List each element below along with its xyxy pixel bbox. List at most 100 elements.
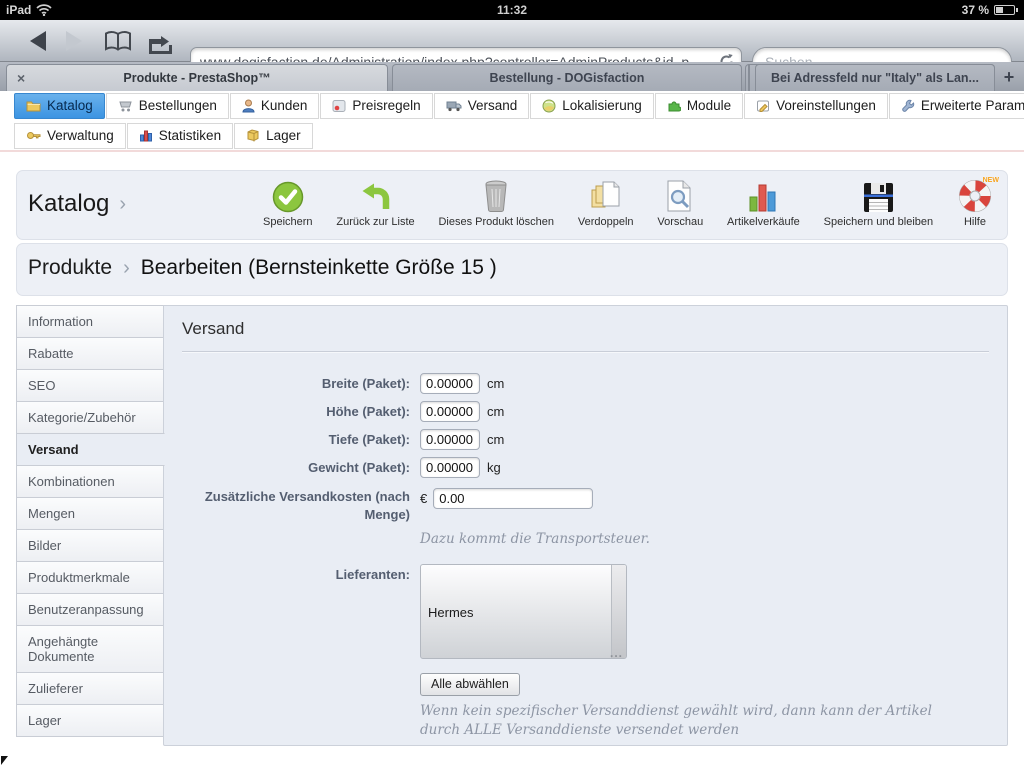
floppy-icon bbox=[863, 183, 893, 212]
tab-benutzeranpassung[interactable]: Benutzeranpassung bbox=[16, 593, 164, 626]
mouse-cursor bbox=[1, 756, 8, 765]
tab-produkte[interactable]: × Produkte - PrestaShop™ bbox=[6, 64, 388, 91]
menu-erweiterte-parameter[interactable]: Erweiterte Parameter bbox=[888, 93, 1024, 119]
field-label-versandkosten: Zusätzliche Versandkosten (nach Menge) bbox=[204, 489, 410, 522]
menu-preisregeln[interactable]: Preisregeln bbox=[320, 93, 433, 119]
resize-handle-icon[interactable]: ... bbox=[610, 646, 623, 658]
battery-icon bbox=[994, 5, 1015, 15]
tab-produktmerkmale[interactable]: Produktmerkmale bbox=[16, 561, 164, 594]
menu-statistiken[interactable]: Statistiken bbox=[126, 123, 234, 149]
browser-toolbar bbox=[0, 20, 1024, 76]
save-button[interactable]: Speichern bbox=[263, 178, 313, 228]
menu-module[interactable]: Module bbox=[654, 93, 744, 119]
tab-kategorie-zubehoer[interactable]: Kategorie/Zubehör bbox=[16, 401, 164, 434]
tab-seo[interactable]: SEO bbox=[16, 369, 164, 402]
breite-input[interactable] bbox=[420, 373, 480, 394]
field-label-tiefe: Tiefe (Paket): bbox=[328, 431, 410, 447]
key-icon bbox=[27, 132, 41, 139]
divider bbox=[182, 351, 989, 353]
screen: iPad 11:32 37 % www.dogisfaction.de/Admi… bbox=[0, 0, 1024, 768]
page-header: Katalog › Speichern Zurück zur Liste Die… bbox=[16, 170, 1008, 240]
status-bar: iPad 11:32 37 % bbox=[0, 0, 1024, 20]
share-icon[interactable] bbox=[147, 30, 177, 54]
duplicate-button[interactable]: Verdoppeln bbox=[578, 178, 634, 228]
menu-katalog[interactable]: Katalog bbox=[14, 93, 105, 119]
breadcrumb-produkte[interactable]: Produkte bbox=[28, 256, 112, 280]
tab-rabatte[interactable]: Rabatte bbox=[16, 337, 164, 370]
gewicht-input[interactable] bbox=[420, 457, 480, 478]
unit-kg: kg bbox=[487, 460, 501, 475]
help-button[interactable]: NEW Hilfe bbox=[957, 177, 999, 228]
menu-lager[interactable]: Lager bbox=[234, 123, 313, 149]
deselect-all-button[interactable]: Alle abwählen bbox=[420, 672, 520, 696]
person-icon bbox=[242, 99, 255, 112]
carrier-multiselect[interactable]: Hermes ... bbox=[420, 563, 627, 659]
product-breadcrumb-panel: Produkte › Bearbeiten (Bernsteinkette Gr… bbox=[16, 243, 1008, 296]
scrollbar[interactable] bbox=[611, 564, 626, 658]
tab-adressfeld[interactable]: Bei Adressfeld nur "Italy" als Lan... bbox=[755, 64, 995, 91]
versand-panel: Versand Breite (Paket): cm Höhe (Paket):… bbox=[163, 305, 1008, 746]
tab-bilder[interactable]: Bilder bbox=[16, 529, 164, 562]
stats-icon bbox=[139, 130, 152, 142]
tab-zulieferer[interactable]: Zulieferer bbox=[16, 672, 164, 705]
check-circle-icon bbox=[272, 181, 304, 213]
hoehe-input[interactable] bbox=[420, 401, 480, 422]
tab-bestellung[interactable]: Bestellung - DOGisfaction bbox=[392, 64, 742, 91]
menu-bestellungen[interactable]: Bestellungen bbox=[105, 93, 229, 119]
menu-versand[interactable]: Versand bbox=[433, 93, 530, 119]
unit-cm: cm bbox=[487, 404, 505, 419]
preview-button[interactable]: Vorschau bbox=[657, 178, 703, 228]
product-sales-button[interactable]: Artikelverkäufe bbox=[727, 178, 800, 228]
carrier-option-hermes[interactable]: Hermes bbox=[428, 605, 474, 620]
tab-kombinationen[interactable]: Kombinationen bbox=[16, 465, 164, 498]
action-toolbar: Speichern Zurück zur Liste Dieses Produk… bbox=[263, 177, 999, 228]
chevron-right-icon: › bbox=[119, 192, 127, 215]
tab-versand[interactable]: Versand bbox=[16, 433, 165, 466]
currency-symbol: € bbox=[420, 491, 428, 506]
battery-tip bbox=[1016, 8, 1018, 12]
menu-voreinstellungen[interactable]: Voreinstellungen bbox=[744, 93, 888, 119]
tab-angehaengte-dokumente[interactable]: Angehängte Dokumente bbox=[16, 625, 164, 673]
field-label-gewicht: Gewicht (Paket): bbox=[308, 459, 410, 475]
new-badge: NEW bbox=[982, 177, 999, 184]
delete-product-button[interactable]: Dieses Produkt löschen bbox=[438, 178, 554, 228]
clock: 11:32 bbox=[496, 3, 528, 17]
close-tab-icon[interactable]: × bbox=[17, 70, 25, 86]
puzzle-icon bbox=[668, 101, 681, 111]
panel-title: Versand bbox=[182, 319, 245, 338]
duplicate-icon bbox=[591, 181, 620, 208]
field-label-breite: Breite (Paket): bbox=[321, 375, 410, 391]
breadcrumb[interactable]: Katalog bbox=[28, 190, 109, 218]
tab-information[interactable]: Information bbox=[16, 305, 164, 338]
field-label-hoehe: Höhe (Paket): bbox=[326, 403, 410, 419]
preview-icon bbox=[667, 180, 691, 212]
carrier-note: Wenn kein spezifischer Versanddienst gew… bbox=[420, 702, 932, 739]
trash-icon bbox=[485, 180, 507, 212]
new-tab-button[interactable]: + bbox=[996, 64, 1022, 91]
unit-cm: cm bbox=[487, 432, 505, 447]
versandkosten-input[interactable] bbox=[433, 488, 594, 509]
bookmarks-icon[interactable] bbox=[104, 30, 132, 52]
bar-chart-icon bbox=[749, 184, 776, 212]
unit-cm: cm bbox=[487, 376, 505, 391]
save-and-stay-button[interactable]: Speichern und bleiben bbox=[824, 178, 933, 228]
menu-verwaltung[interactable]: Verwaltung bbox=[14, 123, 126, 149]
return-arrow-icon bbox=[362, 183, 389, 209]
tiefe-input[interactable] bbox=[420, 429, 480, 450]
battery-percent: 37 % bbox=[961, 3, 989, 17]
back-to-list-button[interactable]: Zurück zur Liste bbox=[336, 178, 415, 228]
field-label-lieferanten: Lieferanten: bbox=[335, 566, 410, 582]
menu-lokalisierung[interactable]: Lokalisierung bbox=[530, 93, 654, 119]
tab-mengen[interactable]: Mengen bbox=[16, 497, 164, 530]
globe-icon bbox=[542, 99, 556, 112]
tab-lager[interactable]: Lager bbox=[16, 704, 164, 737]
back-button[interactable] bbox=[30, 31, 46, 51]
forward-button[interactable] bbox=[66, 31, 82, 51]
product-tabs: Information Rabatte SEO Kategorie/Zubehö… bbox=[16, 305, 165, 737]
menu-kunden[interactable]: Kunden bbox=[229, 93, 320, 119]
cart-icon bbox=[119, 101, 132, 111]
folder-icon bbox=[26, 101, 41, 112]
wrench-icon bbox=[902, 99, 915, 112]
browser-tab-bar: × Produkte - PrestaShop™ Bestellung - DO… bbox=[0, 62, 1024, 91]
price-rules-icon bbox=[332, 99, 346, 112]
